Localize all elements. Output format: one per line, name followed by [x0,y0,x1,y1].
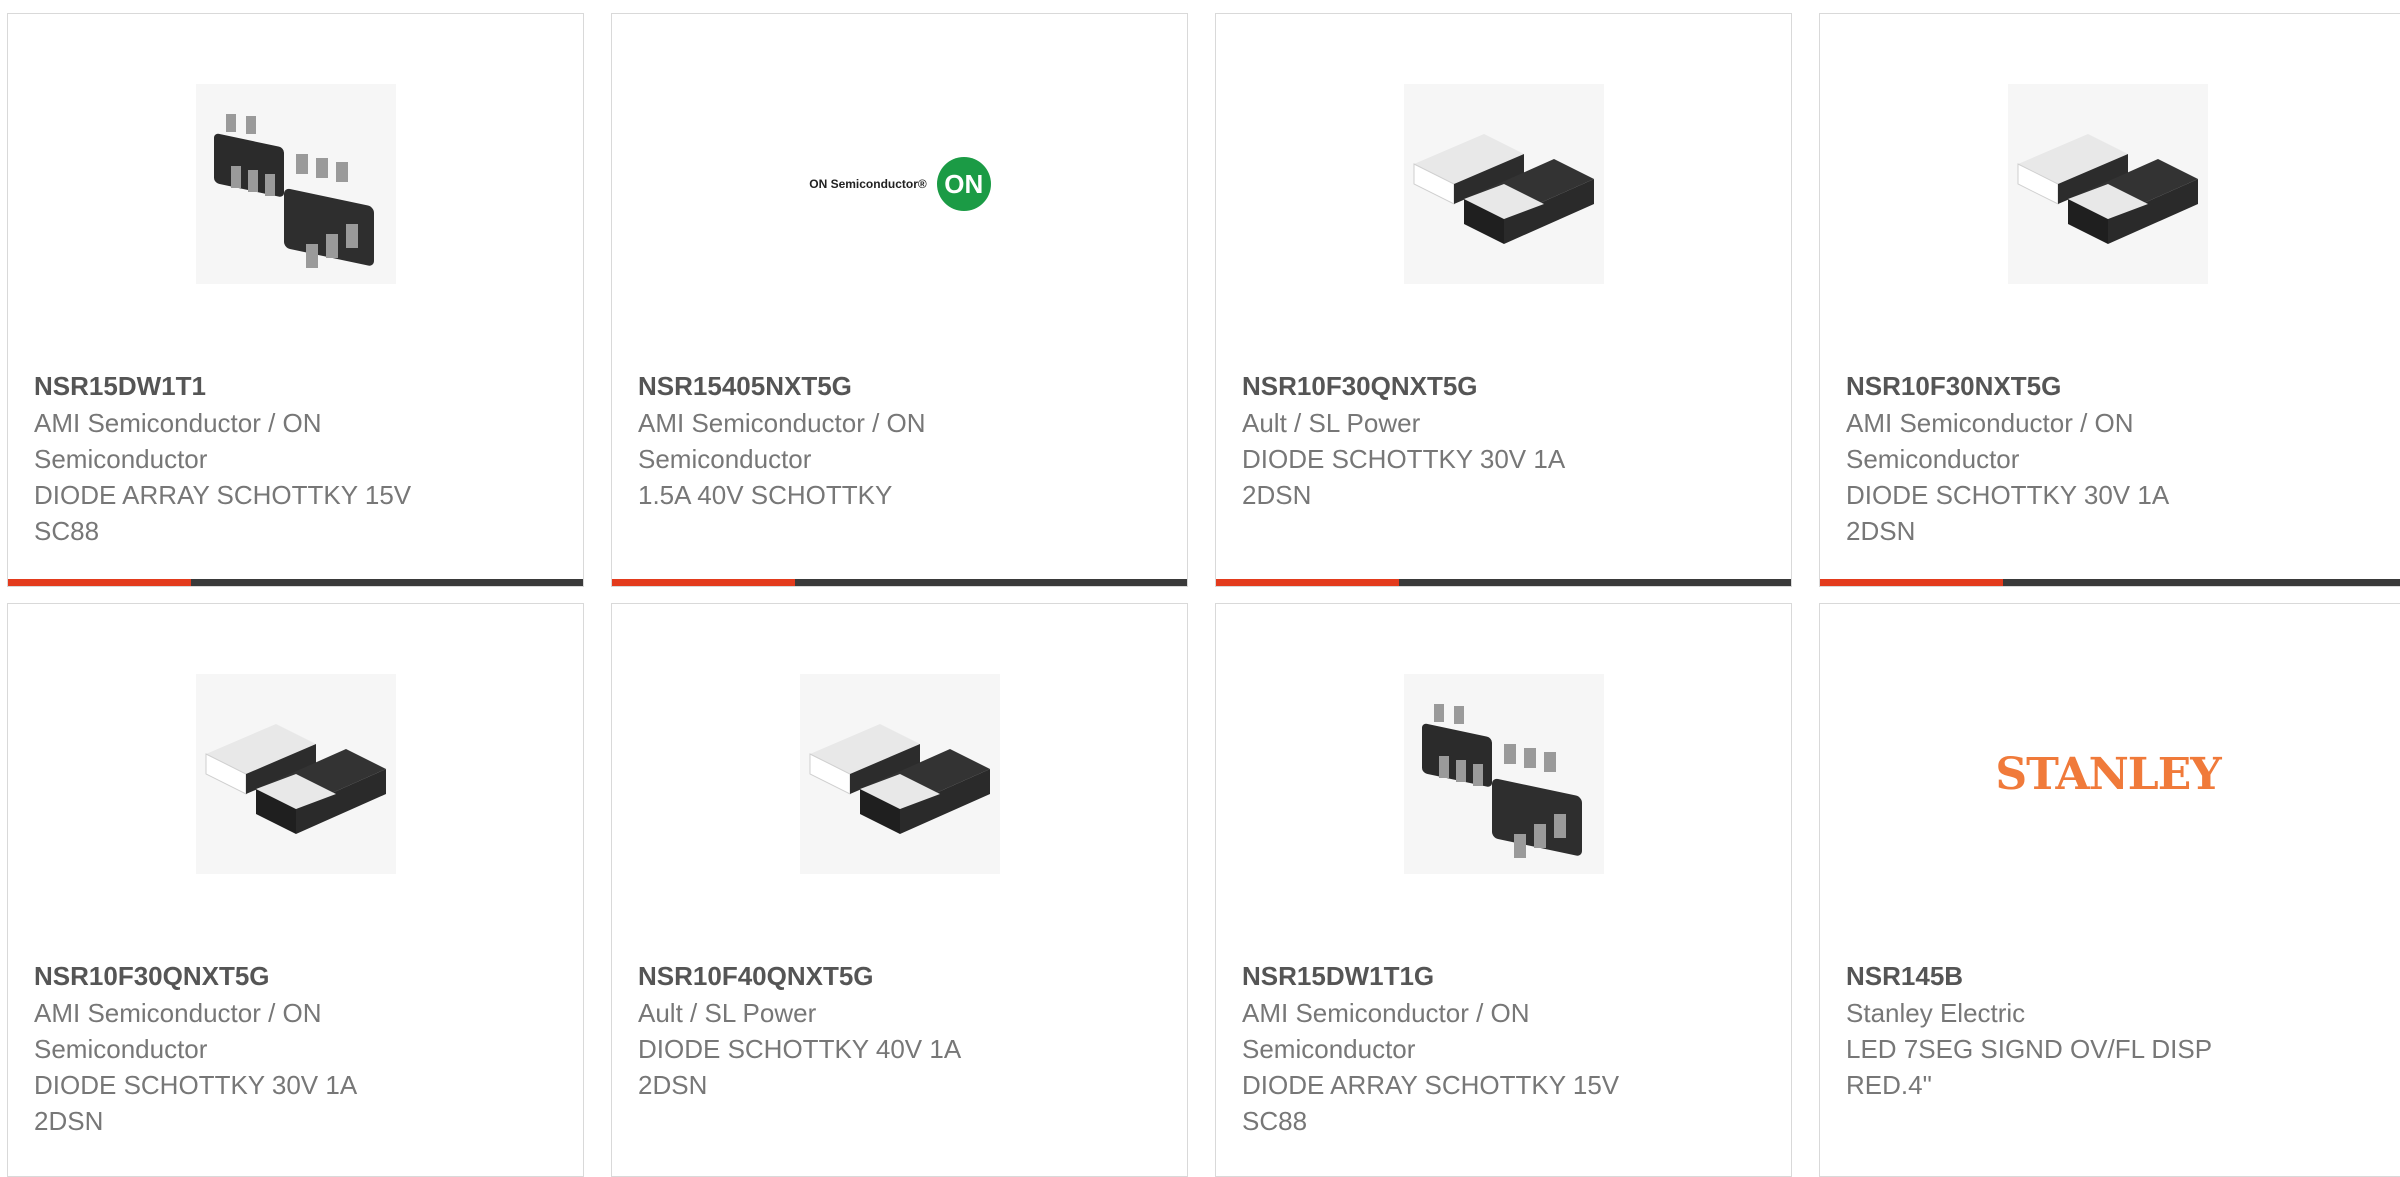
product-description: Stanley Electric LED 7SEG SIGND OV/FL DI… [1846,995,2286,1103]
on-semiconductor-logo: ON Semiconductor® [809,177,927,191]
description-line: 2DSN [1846,516,1916,546]
product-image[interactable] [196,674,396,874]
product-image[interactable]: STANLEY [1995,674,2221,874]
description-line: SC88 [1242,1106,1308,1136]
description-line: LED 7SEG SIGND OV/FL DISP [1846,1034,2213,1064]
description-line: DIODE SCHOTTKY 40V 1A [638,1034,962,1064]
part-number[interactable]: NSR15DW1T1 [34,371,206,402]
product-card[interactable]: STANLEY NSR145B Stanley Electric LED 7SE… [1819,603,2400,1177]
part-number[interactable]: NSR15405NXT5G [638,371,852,402]
product-card[interactable]: NSR15DW1T1 AMI Semiconductor / ON Semico… [7,13,584,587]
description-line: Ault / SL Power [638,998,817,1028]
description-line: Semiconductor [1242,1034,1416,1064]
description-line: RED.4" [1846,1070,1932,1100]
product-description: AMI Semiconductor / ON Semiconductor DIO… [34,995,474,1139]
product-description: Ault / SL Power DIODE SCHOTTKY 30V 1A 2D… [1242,405,1682,513]
product-description: Ault / SL Power DIODE SCHOTTKY 40V 1A 2D… [638,995,1078,1103]
description-line: DIODE ARRAY SCHOTTKY 15V [1242,1070,1620,1100]
description-line: DIODE ARRAY SCHOTTKY 15V [34,480,412,510]
description-line: AMI Semiconductor / ON [34,408,322,438]
product-description: AMI Semiconductor / ON Semiconductor DIO… [1846,405,2286,549]
description-line: AMI Semiconductor / ON [1846,408,2134,438]
description-line: SC88 [34,516,100,546]
product-image[interactable] [2008,84,2208,284]
description-line: Semiconductor [1846,444,2020,474]
product-image[interactable] [800,674,1000,874]
description-line: AMI Semiconductor / ON [638,408,926,438]
product-description: AMI Semiconductor / ON Semiconductor DIO… [1242,995,1682,1139]
product-card[interactable]: NSR10F30QNXT5G AMI Semiconductor / ON Se… [7,603,584,1177]
description-line: DIODE SCHOTTKY 30V 1A [1242,444,1566,474]
description-line: 2DSN [638,1070,708,1100]
dsn2-package-icon [2017,134,2198,244]
product-image[interactable] [1404,674,1604,874]
description-line: 2DSN [1242,480,1312,510]
sc88-package-icon [214,114,374,268]
product-description: AMI Semiconductor / ON Semiconductor 1.5… [638,405,1078,513]
product-description: AMI Semiconductor / ON Semiconductor DIO… [34,405,474,549]
description-line: DIODE SCHOTTKY 30V 1A [34,1070,358,1100]
description-line: Semiconductor [638,444,812,474]
product-image[interactable]: ON Semiconductor® ON [800,84,1000,284]
description-line: AMI Semiconductor / ON [34,998,322,1028]
product-card[interactable]: ON Semiconductor® ON NSR15405NXT5G AMI S… [611,13,1188,587]
part-number[interactable]: NSR15DW1T1G [1242,961,1434,992]
accent-bar [8,579,583,586]
description-line: Stanley Electric [1846,998,2026,1028]
part-number[interactable]: NSR10F30QNXT5G [1242,371,1478,402]
description-line: AMI Semiconductor / ON [1242,998,1530,1028]
dsn2-package-icon [205,724,386,834]
on-logo-badge-icon: ON [936,157,991,211]
dsn2-package-icon [809,724,990,834]
accent-bar [1216,579,1791,586]
part-number[interactable]: NSR10F30QNXT5G [34,961,270,992]
description-line: 2DSN [34,1106,104,1136]
part-number[interactable]: NSR10F40QNXT5G [638,961,874,992]
description-line: 1.5A 40V SCHOTTKY [638,480,893,510]
product-image[interactable] [1404,84,1604,284]
description-line: DIODE SCHOTTKY 30V 1A [1846,480,2170,510]
description-line: Ault / SL Power [1242,408,1421,438]
dsn2-package-icon [1413,134,1594,244]
product-image[interactable] [196,84,396,284]
product-card[interactable]: NSR10F40QNXT5G Ault / SL Power DIODE SCH… [611,603,1188,1177]
description-line: Semiconductor [34,1034,208,1064]
accent-bar [612,579,1187,586]
stanley-logo: STANLEY [1995,748,2221,800]
sc88-package-icon [1422,704,1582,858]
product-card[interactable]: NSR10F30QNXT5G Ault / SL Power DIODE SCH… [1215,13,1792,587]
product-card[interactable]: NSR10F30NXT5G AMI Semiconductor / ON Sem… [1819,13,2400,587]
part-number[interactable]: NSR145B [1846,961,1963,992]
description-line: Semiconductor [34,444,208,474]
accent-bar [1820,579,2400,586]
product-card[interactable]: NSR15DW1T1G AMI Semiconductor / ON Semic… [1215,603,1792,1177]
part-number[interactable]: NSR10F30NXT5G [1846,371,2061,402]
